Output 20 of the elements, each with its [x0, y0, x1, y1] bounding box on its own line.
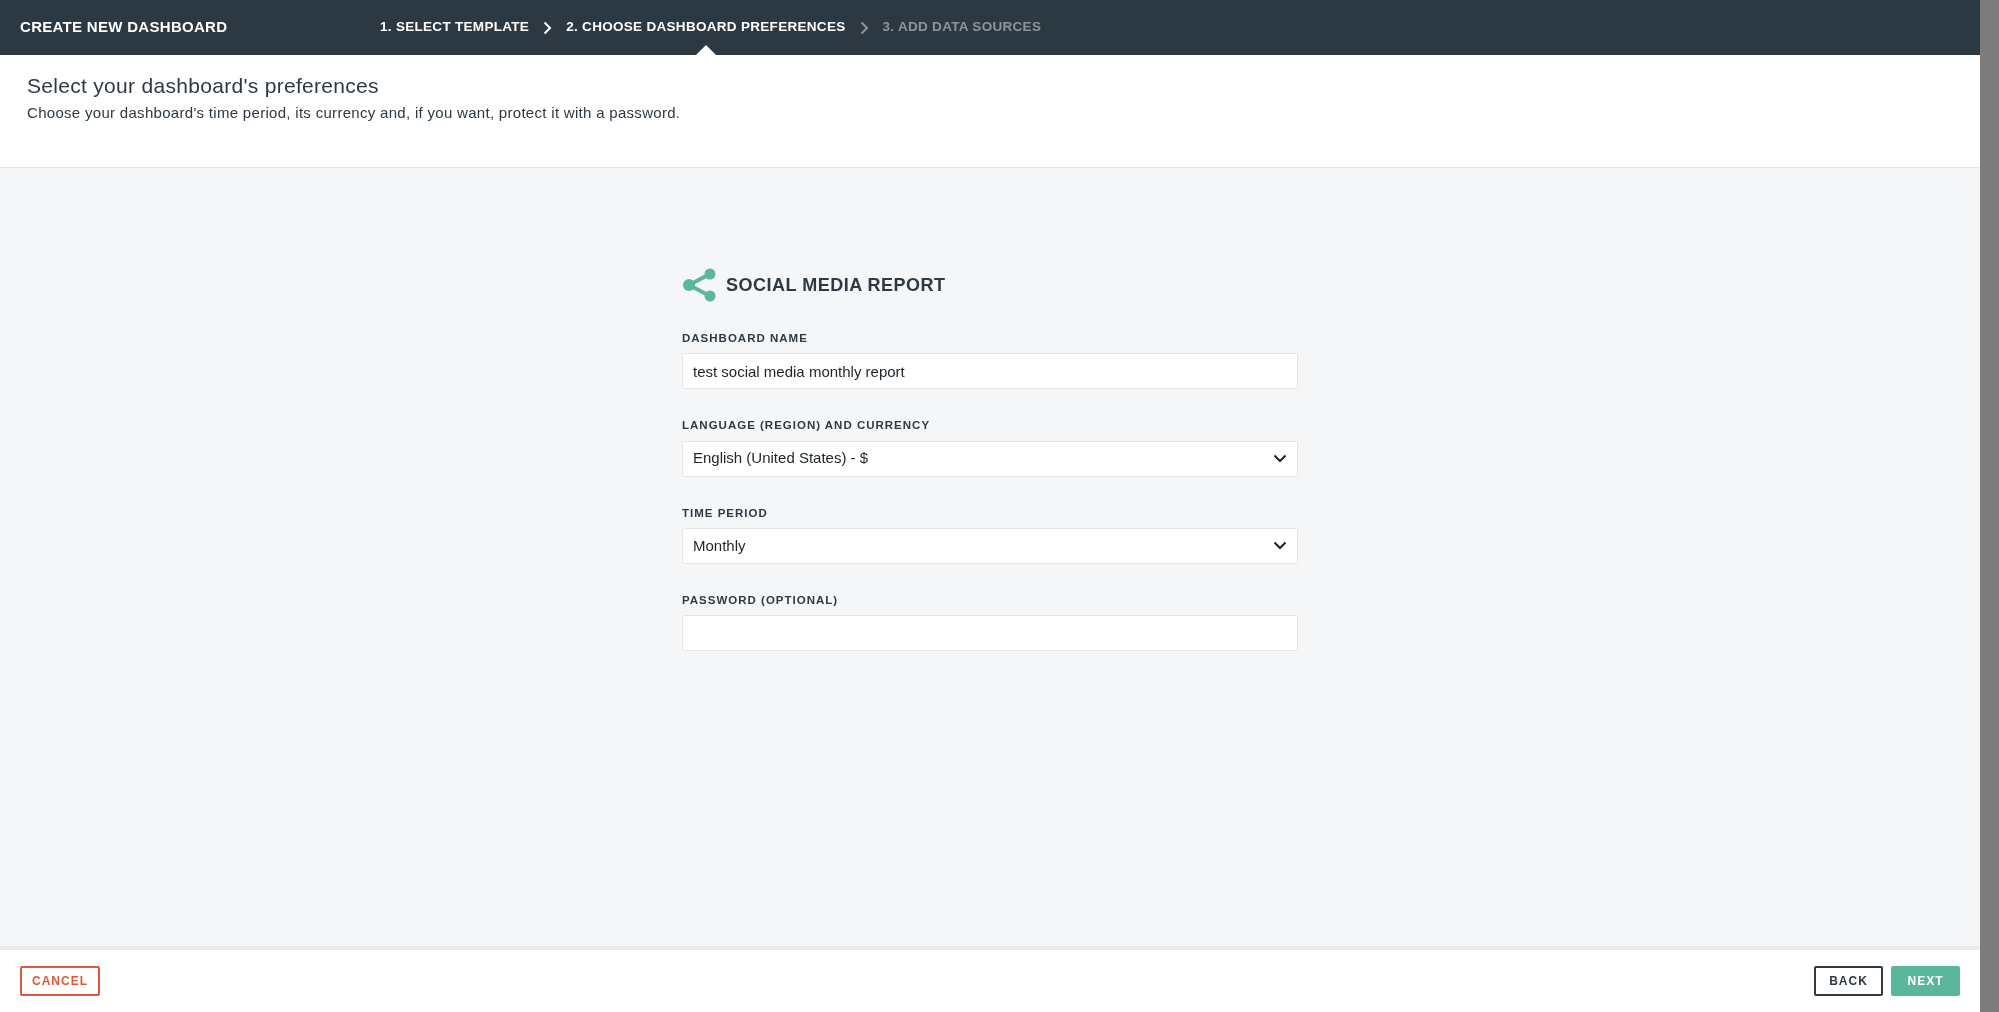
chevron-icon: [543, 20, 553, 35]
field-label: PASSWORD (OPTIONAL): [682, 592, 840, 608]
input-field[interactable]: test social media monthly report: [682, 353, 1298, 390]
back-button[interactable]: BACK: [1814, 966, 1883, 996]
cancel-button[interactable]: CANCEL: [20, 966, 100, 996]
wizard-step[interactable]: 1. SELECT TEMPLATE: [380, 0, 530, 55]
caret-icon: [1273, 541, 1287, 551]
share-icon: [682, 268, 718, 302]
field-label: DASHBOARD NAME: [682, 331, 809, 346]
field-label: LANGUAGE (REGION) AND CURRENCY: [682, 418, 932, 434]
report-title: SOCIAL MEDIA REPORT: [726, 273, 946, 297]
chevron-icon: [859, 20, 869, 35]
dropdown-field[interactable]: Monthly: [682, 527, 1298, 564]
dropdown-field[interactable]: English (United States) - $: [682, 440, 1298, 477]
window-title: CREATE NEW DASHBOARD: [20, 17, 229, 38]
page-heading: Select your dashboard's preferences: [27, 73, 380, 99]
field-label: TIME PERIOD: [682, 505, 769, 521]
caret-icon: [1273, 454, 1287, 463]
page-subtitle: Choose your dashboard's time period, its currency and, if you want, protect it with a password.: [27, 103, 682, 124]
password-field[interactable]: [682, 615, 1298, 651]
